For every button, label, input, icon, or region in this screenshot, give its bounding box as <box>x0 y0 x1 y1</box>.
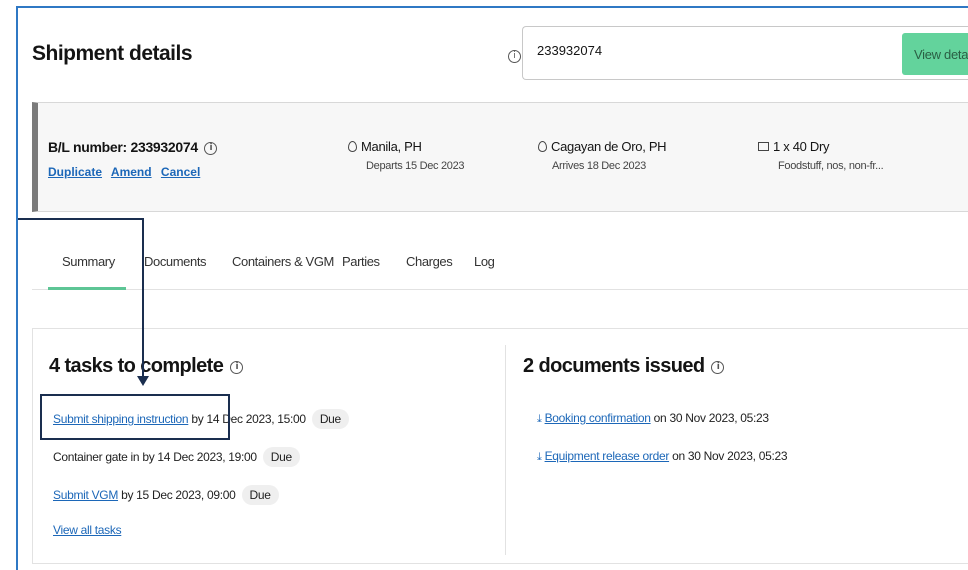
origin-location: Manila, PH Departs 15 Dec 2023 <box>348 139 465 172</box>
top-bar: Shipment details i View details <box>18 8 968 104</box>
document-item: ⤓ Equipment release order on 30 Nov 2023,… <box>537 449 788 464</box>
duplicate-link[interactable]: Duplicate <box>48 165 102 179</box>
document-date: on 30 Nov 2023, 05:23 <box>650 411 769 425</box>
tab-documents[interactable]: Documents <box>144 254 207 290</box>
submit-vgm-link[interactable]: Submit VGM <box>53 488 118 502</box>
cancel-link[interactable]: Cancel <box>161 165 200 179</box>
documents-title: 2 documents issued i <box>523 355 725 378</box>
download-icon: ⤓ <box>537 450 542 463</box>
destination-name: Cagayan de Oro, PH <box>551 139 667 154</box>
tab-charges[interactable]: Charges <box>406 254 453 290</box>
document-item: ⤓ Booking confirmation on 30 Nov 2023, 05… <box>537 411 769 426</box>
shipment-summary-card: B/L number: 233932074 i Duplicate Amend … <box>32 102 968 212</box>
search-input[interactable] <box>537 43 877 58</box>
tab-summary[interactable]: Summary <box>48 254 126 290</box>
search-box: View details <box>522 26 968 80</box>
container-icon <box>758 142 769 151</box>
summary-panel: 4 tasks to complete i Submit shipping in… <box>32 328 968 564</box>
due-badge: Due <box>241 485 279 505</box>
due-badge: Due <box>262 447 300 467</box>
container-info: 1 x 40 Dry Foodstuff, nos, non-fr... <box>758 139 884 172</box>
view-all-tasks-link[interactable]: View all tasks <box>53 523 122 537</box>
due-badge: Due <box>311 409 349 429</box>
document-date: on 30 Nov 2023, 05:23 <box>669 449 788 463</box>
info-icon[interactable]: i <box>711 361 725 374</box>
bl-actions: Duplicate Amend Cancel <box>48 165 206 179</box>
info-icon[interactable]: i <box>508 50 521 63</box>
panel-divider <box>505 345 506 555</box>
origin-name: Manila, PH <box>361 139 422 154</box>
annotation-arrow-head-icon <box>137 376 149 386</box>
location-pin-icon <box>538 141 547 152</box>
annotation-highlight-box <box>40 394 230 440</box>
location-pin-icon <box>348 141 357 152</box>
bl-number-label: B/L number: 233932074 <box>48 139 198 155</box>
amend-link[interactable]: Amend <box>111 165 152 179</box>
booking-confirmation-link[interactable]: Booking confirmation <box>545 411 651 425</box>
task-item: Submit VGM by 15 Dec 2023, 09:00 Due <box>53 485 279 505</box>
info-icon[interactable]: i <box>204 142 218 155</box>
tab-bar: Summary Documents Containers & VGM Parti… <box>32 244 968 290</box>
view-details-button[interactable]: View details <box>902 33 968 75</box>
task-item: Container gate in by 14 Dec 2023, 19:00 D… <box>53 447 300 467</box>
tab-containers-vgm[interactable]: Containers & VGM <box>232 254 334 290</box>
download-icon: ⤓ <box>537 412 542 425</box>
documents-title-text: 2 documents issued <box>523 355 705 377</box>
origin-departs: Departs 15 Dec 2023 <box>366 160 465 172</box>
destination-location: Cagayan de Oro, PH Arrives 18 Dec 2023 <box>538 139 667 172</box>
container-type: 1 x 40 Dry <box>773 139 830 154</box>
container-commodity: Foodstuff, nos, non-fr... <box>778 160 884 172</box>
page-title: Shipment details <box>32 42 193 65</box>
tasks-title: 4 tasks to complete i <box>49 355 244 378</box>
annotation-arrow-line <box>18 218 144 220</box>
task-deadline: by 15 Dec 2023, 09:00 <box>118 488 236 502</box>
task-deadline: Container gate in by 14 Dec 2023, 19:00 <box>53 450 257 464</box>
annotation-arrow-line <box>142 218 144 378</box>
equipment-release-order-link[interactable]: Equipment release order <box>545 449 670 463</box>
page-frame: Shipment details i View details B/L numb… <box>16 6 968 570</box>
info-icon[interactable]: i <box>230 361 244 374</box>
view-all-tasks: View all tasks <box>53 523 122 537</box>
destination-arrives: Arrives 18 Dec 2023 <box>552 160 646 172</box>
bl-number: B/L number: 233932074 i <box>48 139 218 155</box>
tab-log[interactable]: Log <box>474 254 495 290</box>
tasks-title-text: 4 tasks to complete <box>49 355 224 377</box>
tab-parties[interactable]: Parties <box>342 254 380 290</box>
